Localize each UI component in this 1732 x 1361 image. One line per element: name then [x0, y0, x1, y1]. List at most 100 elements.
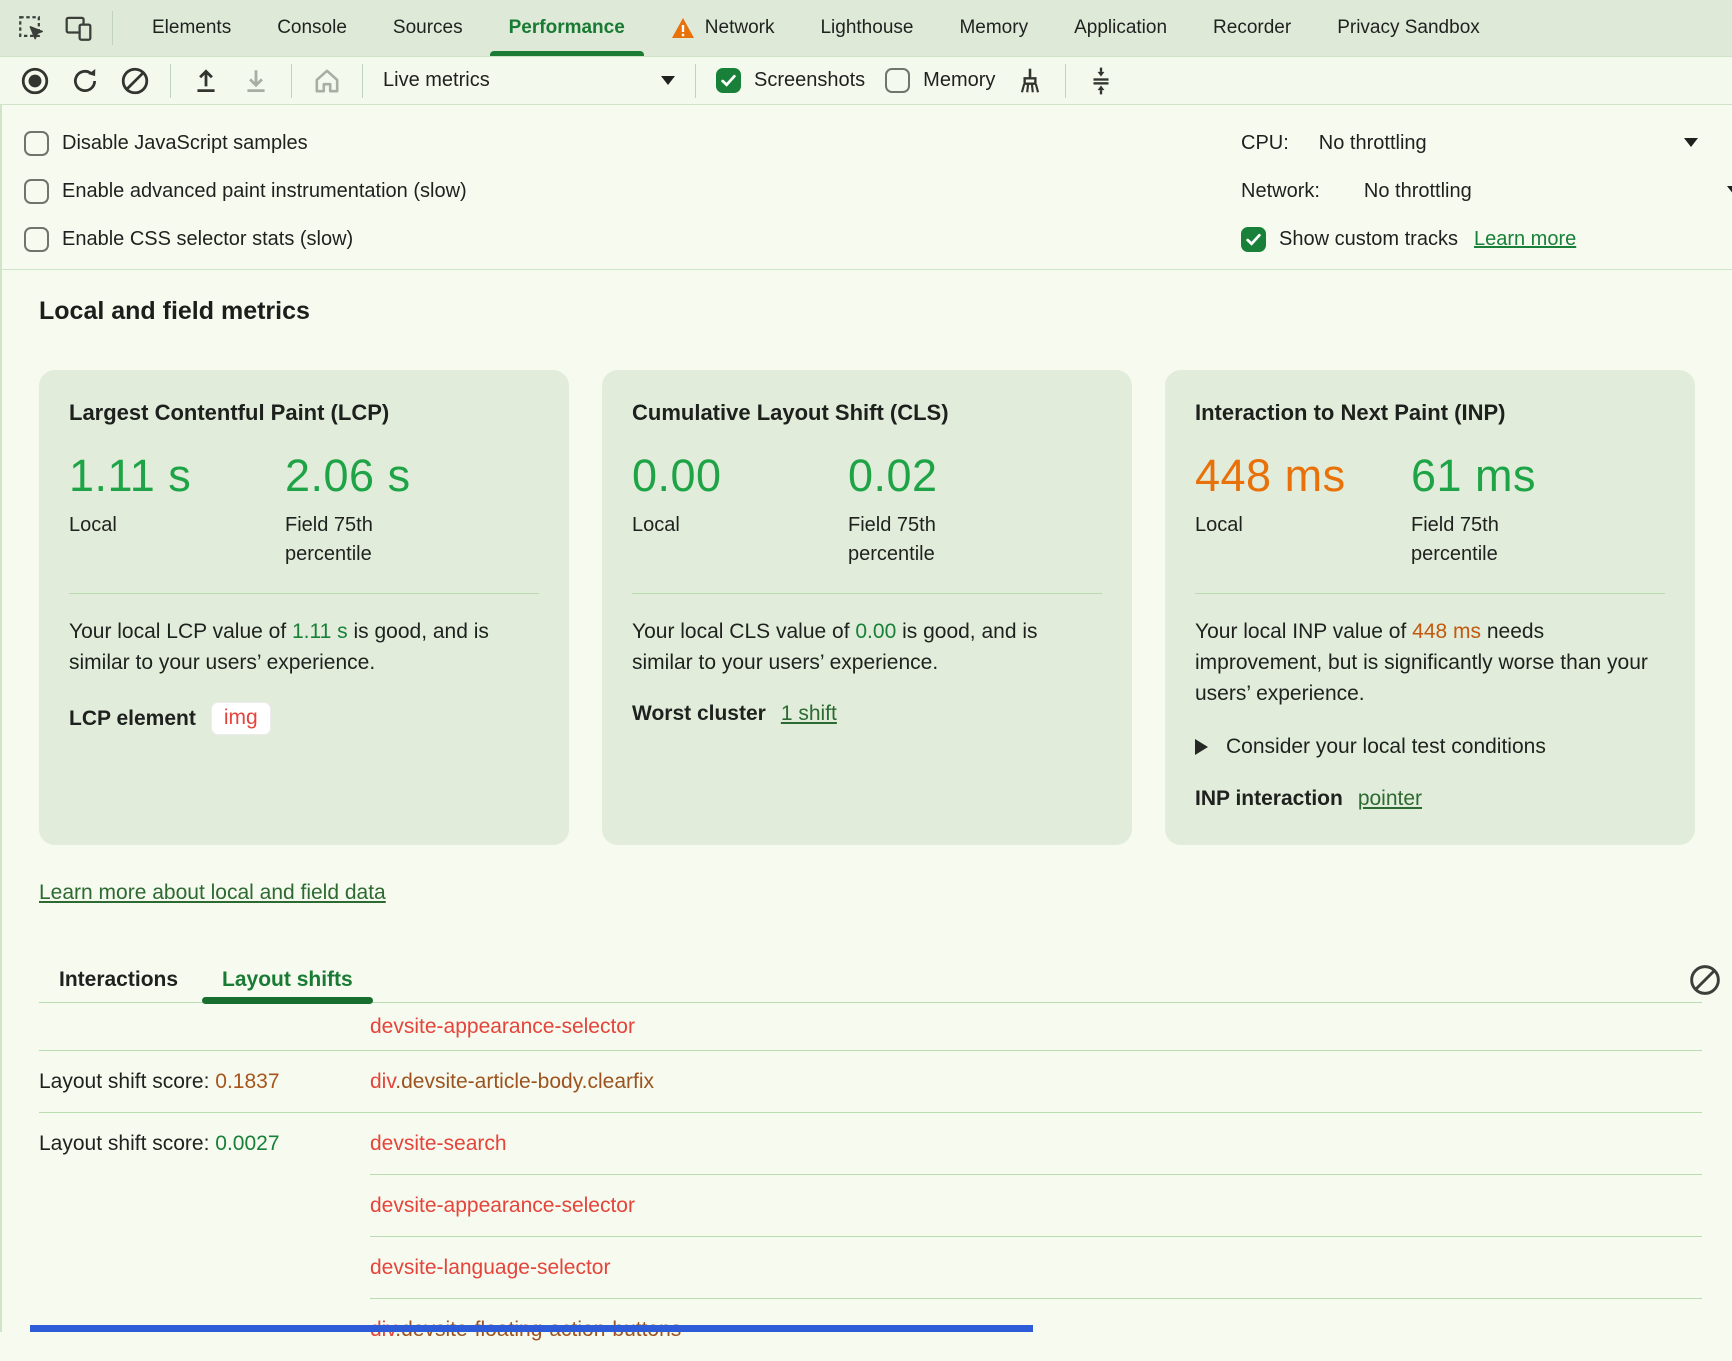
metric-cards: Largest Contentful Paint (LCP) 1.11 s Lo… — [39, 370, 1732, 845]
capture-option-checkbox[interactable]: Enable CSS selector stats (slow) — [24, 227, 353, 252]
lcp-card: Largest Contentful Paint (LCP) 1.11 s Lo… — [39, 370, 569, 845]
screenshots-checkbox[interactable]: Screenshots — [716, 68, 865, 93]
chevron-down-icon[interactable] — [1684, 138, 1698, 147]
node-link[interactable]: div.devsite-article-body.clearfix — [370, 1070, 654, 1094]
reload-record-icon[interactable] — [70, 66, 100, 96]
table-row: devsite-appearance-selector — [39, 1175, 1702, 1237]
page-title: Local and field metrics — [39, 297, 1732, 326]
tab-lighthouse[interactable]: Lighthouse — [797, 0, 936, 56]
field-label: Field 75th percentile — [848, 511, 998, 569]
tab-sources[interactable]: Sources — [370, 0, 486, 56]
worst-cluster-link[interactable]: 1 shift — [781, 702, 837, 726]
lcp-inline-value: 1.11 s — [292, 620, 348, 643]
toolbar-separator — [362, 64, 363, 98]
show-custom-tracks-checkbox[interactable]: Show custom tracks — [1241, 227, 1458, 252]
table-row: devsite-appearance-selector — [39, 1003, 1702, 1051]
home-icon[interactable] — [312, 66, 342, 96]
node-link[interactable]: devsite-appearance-selector — [370, 1194, 635, 1218]
device-toolbar-icon[interactable] — [65, 15, 92, 42]
tab-network[interactable]: Network — [648, 0, 798, 56]
local-test-conditions-disclosure[interactable]: Consider your local test conditions — [1195, 735, 1665, 759]
capture-option-checkbox[interactable]: Disable JavaScript samples — [24, 131, 308, 156]
node-link[interactable]: devsite-appearance-selector — [370, 1015, 635, 1039]
screenshots-label: Screenshots — [754, 69, 865, 92]
record-icon[interactable] — [20, 66, 50, 96]
tabbar-icon-group — [0, 0, 129, 56]
log-tab-interactions[interactable]: Interactions — [59, 968, 178, 992]
worst-cluster-label: Worst cluster — [632, 702, 766, 726]
network-throttling-row: Network: No throttling — [1241, 167, 1732, 215]
panel-tab-label: Privacy Sandbox — [1337, 17, 1480, 39]
panel-tab-label: Performance — [509, 17, 625, 39]
inp-interaction-link[interactable]: pointer — [1358, 787, 1422, 811]
capture-option-label: Disable JavaScript samples — [62, 132, 308, 155]
checkbox-checked-icon — [1241, 227, 1266, 252]
tab-performance[interactable]: Performance — [486, 0, 648, 56]
chevron-down-icon[interactable] — [1727, 186, 1732, 195]
disclosure-triangle-icon — [1195, 739, 1208, 755]
cls-local-value: 0.00 — [632, 450, 848, 502]
toolbar-separator — [170, 64, 171, 98]
cpu-throttling-row: CPU: No throttling — [1241, 119, 1732, 167]
log-tab-layout-shifts[interactable]: Layout shifts — [222, 968, 353, 992]
checkbox-unchecked-icon — [24, 131, 49, 156]
cls-card-title: Cumulative Layout Shift (CLS) — [632, 400, 1102, 426]
field-label: Field 75th percentile — [285, 511, 435, 569]
checkbox-unchecked-icon — [24, 227, 49, 252]
layout-shift-rows: devsite-appearance-selector Layout shift… — [39, 1003, 1702, 1361]
tab-elements[interactable]: Elements — [129, 0, 254, 56]
inspect-element-icon[interactable] — [18, 15, 45, 42]
node-link[interactable]: devsite-language-selector — [370, 1256, 610, 1280]
tab-application[interactable]: Application — [1051, 0, 1190, 56]
lcp-element-node-link[interactable]: img — [211, 702, 271, 735]
tab-recorder[interactable]: Recorder — [1190, 0, 1314, 56]
node-link[interactable]: devsite-search — [370, 1132, 507, 1156]
chevron-down-icon — [661, 76, 675, 85]
learn-more-local-field-link[interactable]: Learn more about local and field data — [39, 881, 386, 905]
show-custom-tracks-label: Show custom tracks — [1279, 228, 1458, 251]
tab-privacy-sandbox[interactable]: Privacy Sandbox — [1314, 0, 1503, 56]
cls-card: Cumulative Layout Shift (CLS) 0.00 Local… — [602, 370, 1132, 845]
garbage-collect-brush-icon[interactable] — [1015, 66, 1045, 96]
upload-profile-icon[interactable] — [191, 66, 221, 96]
table-row: devsite-language-selector — [39, 1237, 1702, 1299]
throttling-controls: CPU: No throttling Network: No throttlin… — [1241, 119, 1732, 263]
capture-option-label: Enable CSS selector stats (slow) — [62, 228, 353, 251]
clear-icon[interactable] — [120, 66, 150, 96]
capture-option-checkbox[interactable]: Enable advanced paint instrumentation (s… — [24, 179, 467, 204]
table-row: Layout shift score: 0.1837 div.devsite-a… — [39, 1051, 1702, 1113]
cpu-throttling-select[interactable]: No throttling — [1319, 132, 1427, 155]
live-metrics-label: Live metrics — [383, 69, 490, 92]
tabbar-separator — [112, 11, 113, 45]
toolbar-separator — [695, 64, 696, 98]
live-metrics-dropdown[interactable]: Live metrics — [383, 69, 675, 92]
download-profile-icon[interactable] — [241, 66, 271, 96]
tab-console[interactable]: Console — [254, 0, 370, 56]
panel-tab-label: Sources — [393, 17, 463, 39]
network-label: Network: — [1241, 180, 1320, 203]
panel-tab-label: Application — [1074, 17, 1167, 39]
panel-tab-label: Console — [277, 17, 347, 39]
inp-description: Your local INP value of 448 ms needs imp… — [1195, 616, 1661, 709]
layout-shift-score: Layout shift score: 0.0027 — [39, 1132, 280, 1156]
cls-description: Your local CLS value of 0.00 is good, an… — [632, 616, 1098, 678]
inp-card: Interaction to Next Paint (INP) 448 ms L… — [1165, 370, 1695, 845]
inp-card-title: Interaction to Next Paint (INP) — [1195, 400, 1665, 426]
checkbox-unchecked-icon — [24, 179, 49, 204]
inp-interaction-label: INP interaction — [1195, 787, 1343, 811]
learn-more-link[interactable]: Learn more — [1474, 228, 1576, 251]
lcp-card-title: Largest Contentful Paint (LCP) — [69, 400, 539, 426]
cls-inline-value: 0.00 — [855, 620, 896, 643]
memory-checkbox[interactable]: Memory — [885, 68, 995, 93]
toolbar-separator — [291, 64, 292, 98]
network-throttling-select[interactable]: No throttling — [1364, 180, 1472, 203]
clear-log-icon[interactable] — [1688, 963, 1722, 997]
tab-memory[interactable]: Memory — [936, 0, 1051, 56]
devtools-tabbar: Elements Console Sources P — [0, 0, 1732, 57]
field-label: Field 75th percentile — [1411, 511, 1561, 569]
live-metrics-log: Interactions Layout shifts devsite-appear… — [39, 957, 1732, 1361]
collapse-view-icon[interactable] — [1086, 66, 1116, 96]
log-tabs: Interactions Layout shifts — [39, 957, 1702, 1003]
table-row: Layout shift score: 0.0027 devsite-searc… — [39, 1113, 1702, 1175]
capture-options: Disable JavaScript samples Enable advanc… — [2, 105, 1732, 270]
